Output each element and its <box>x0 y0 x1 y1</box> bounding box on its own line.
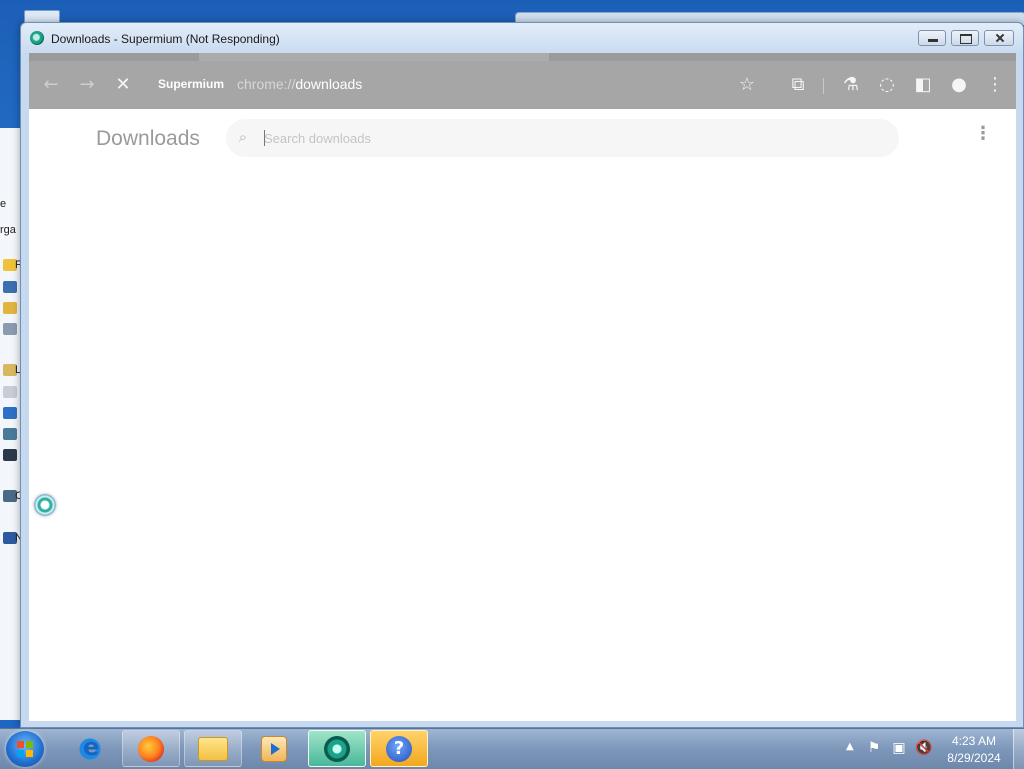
restore-icon <box>952 31 978 45</box>
search-icon: ⌕ <box>238 128 248 146</box>
spinner-icon[interactable]: ◌ <box>877 75 897 95</box>
account-icon[interactable]: ● <box>949 75 969 95</box>
browser-toolbar: ← → ✕ Supermium chrome://downloads ☆ ⧉ ⚗… <box>29 61 1016 109</box>
close-button[interactable] <box>984 30 1014 46</box>
page-title: Downloads <box>96 127 200 150</box>
tab-downloads[interactable] <box>199 53 549 61</box>
taskbar-media-player[interactable] <box>245 730 303 767</box>
start-button[interactable] <box>6 731 44 767</box>
puzzle-icon[interactable]: ⧉ <box>788 75 808 95</box>
minimize-icon <box>919 31 945 45</box>
search-box[interactable]: ⌕ <box>226 119 899 157</box>
downloads-folder-icon <box>3 302 17 314</box>
clock-time[interactable]: 4:23 AM <box>944 734 1004 748</box>
arrow-left-icon[interactable]: ← <box>41 75 61 95</box>
clock-date[interactable]: 8/29/2024 <box>944 751 1004 765</box>
url-scheme: chrome:// <box>237 76 296 92</box>
window-titlebar[interactable]: Downloads - Supermium (Not Responding) <box>21 23 1023 53</box>
music-icon <box>3 407 17 419</box>
kebab-menu-icon[interactable]: ⋮ <box>985 75 1005 95</box>
show-desktop-button[interactable] <box>1013 729 1024 769</box>
downloads-page: Downloads ⌕ ⋮ <box>29 109 1016 721</box>
more-actions-icon[interactable]: ⋮ <box>973 123 993 145</box>
browser-window[interactable]: Downloads - Supermium (Not Responding) ←… <box>20 22 1024 728</box>
url-host: downloads <box>295 76 363 92</box>
supermium-icon <box>324 735 350 762</box>
media-icon <box>261 735 287 762</box>
address-bar[interactable]: chrome://downloads <box>237 76 362 92</box>
network-icon[interactable]: ▣ <box>891 740 907 756</box>
close-icon[interactable]: ✕ <box>113 75 133 95</box>
ie-icon <box>77 733 103 762</box>
side-panel-icon[interactable]: ◧ <box>913 75 933 95</box>
close-icon <box>985 31 1013 45</box>
flask-icon[interactable]: ⚗ <box>841 75 861 95</box>
site-chip[interactable]: Supermium <box>158 77 224 91</box>
taskbar-firefox[interactable] <box>122 730 180 767</box>
documents-icon <box>3 386 17 398</box>
pictures-icon <box>3 428 17 440</box>
action-center-flag-icon[interactable]: ⚑ <box>866 740 882 756</box>
taskbar-help[interactable]: ? <box>370 730 428 767</box>
search-input[interactable] <box>264 128 864 148</box>
taskbar: ? ▲ ⚑ ▣ 🔇 4:23 AM 8/29/2024 <box>0 728 1024 769</box>
window-title: Downloads - Supermium (Not Responding) <box>51 32 280 46</box>
browser-frame: ← → ✕ Supermium chrome://downloads ☆ ⧉ ⚗… <box>29 53 1016 721</box>
help-icon: ? <box>386 735 412 762</box>
supermium-icon <box>30 31 44 45</box>
videos-icon <box>3 449 17 461</box>
toolbar-separator <box>823 78 824 94</box>
explorer-menu-fragment: e <box>0 198 7 210</box>
explorer-organize-fragment: rga <box>0 224 16 236</box>
chevron-up-icon[interactable]: ▲ <box>846 741 854 752</box>
star-icon[interactable]: ☆ <box>737 75 757 95</box>
minimize-button[interactable] <box>918 30 946 46</box>
tab-strip[interactable] <box>29 53 1016 61</box>
firefox-icon <box>138 735 164 762</box>
taskbar-internet-explorer[interactable] <box>61 730 119 767</box>
folder-icon <box>198 736 228 761</box>
windows-logo-icon <box>17 741 33 757</box>
busy-cursor-icon <box>34 494 56 516</box>
taskbar-file-explorer[interactable] <box>184 730 242 767</box>
recent-places-icon <box>3 323 17 335</box>
desktop-folder-icon <box>3 281 17 293</box>
taskbar-supermium[interactable] <box>308 730 366 767</box>
maximize-button[interactable] <box>951 30 979 46</box>
volume-muted-icon[interactable]: 🔇 <box>915 740 932 756</box>
arrow-right-icon[interactable]: → <box>77 75 97 95</box>
text-caret <box>264 130 265 146</box>
